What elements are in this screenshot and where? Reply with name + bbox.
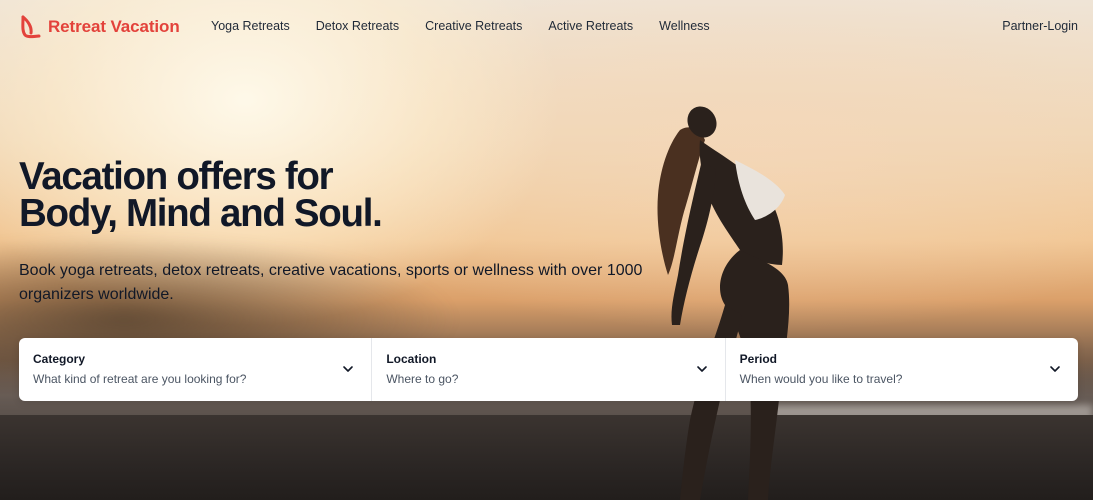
nav-item-detox-retreats[interactable]: Detox Retreats	[316, 19, 399, 33]
nav-item-creative-retreats[interactable]: Creative Retreats	[425, 19, 522, 33]
location-placeholder: Where to go?	[386, 372, 459, 386]
chevron-down-icon	[696, 366, 707, 372]
partner-login-link[interactable]: Partner-Login	[1002, 19, 1078, 33]
brand-name: Retreat Vacation	[48, 17, 180, 36]
nav-item-yoga-retreats[interactable]: Yoga Retreats	[211, 19, 290, 33]
period-label: Period	[739, 352, 777, 366]
hero-headline: Vacation offers for Body, Mind and Soul.	[19, 155, 383, 235]
top-nav: Retreat Vacation Yoga Retreats Detox Ret…	[0, 0, 1093, 54]
location-label: Location	[386, 352, 437, 366]
period-select[interactable]: Period When would you like to travel?	[726, 338, 1078, 401]
period-placeholder: When would you like to travel?	[739, 372, 903, 386]
hero-subtitle: Book yoga retreats, detox retreats, crea…	[19, 262, 643, 303]
chevron-down-icon	[343, 366, 354, 372]
nav-item-active-retreats[interactable]: Active Retreats	[548, 19, 633, 33]
main-nav: Yoga Retreats Detox Retreats Creative Re…	[211, 19, 736, 33]
brand-logo-icon	[21, 15, 41, 39]
hero-headline-line-1: Vacation offers for	[19, 155, 334, 198]
location-select[interactable]: Location Where to go?	[372, 338, 726, 401]
brand-logo[interactable]: Retreat Vacation	[19, 15, 180, 39]
chevron-down-icon	[1050, 366, 1060, 372]
category-placeholder: What kind of retreat are you looking for…	[33, 372, 247, 386]
hero-headline-line-2: Body, Mind and Soul.	[19, 192, 383, 235]
category-select[interactable]: Category What kind of retreat are you lo…	[19, 338, 373, 401]
nav-item-wellness[interactable]: Wellness	[659, 19, 709, 33]
search-bar: Category What kind of retreat are you lo…	[19, 338, 1078, 401]
hero-background	[0, 0, 1093, 500]
category-label: Category	[33, 352, 86, 366]
beach	[0, 415, 1093, 500]
